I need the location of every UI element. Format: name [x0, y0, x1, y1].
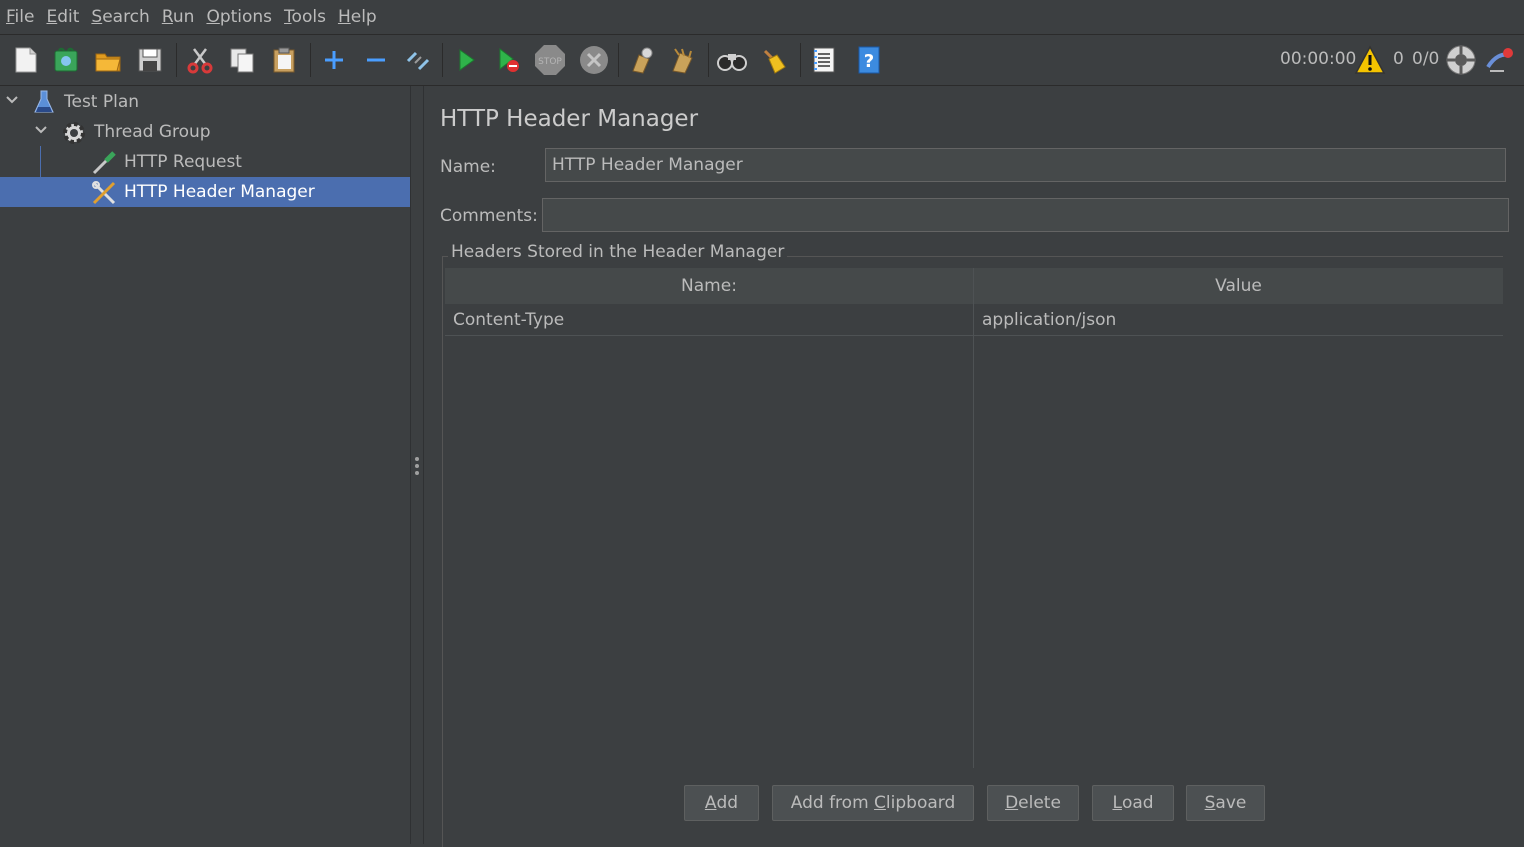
tree-item-label: Test Plan [64, 92, 140, 112]
active-threads: 0/0 [1412, 49, 1440, 69]
tree-item-test-plan[interactable]: Test Plan [0, 87, 410, 117]
chevron-down-icon[interactable] [33, 122, 49, 143]
column-divider [973, 268, 974, 768]
shutdown-icon[interactable] [576, 42, 612, 78]
menu-file[interactable]: File [6, 7, 34, 27]
grip-dot [415, 457, 419, 461]
stop-icon[interactable]: STOP [532, 42, 568, 78]
pipette-icon [90, 149, 118, 180]
warning-count: 0 [1393, 49, 1404, 69]
menu-help[interactable]: Help [338, 7, 377, 27]
wrench-screwdriver-icon [90, 179, 118, 210]
delete-button[interactable]: Delete [987, 785, 1079, 821]
tree-item-label: Thread Group [94, 122, 211, 142]
grip-dot [415, 471, 419, 475]
help-icon[interactable]: ? [850, 42, 886, 78]
start-no-pauses-icon[interactable] [490, 42, 526, 78]
menu-search[interactable]: Search [91, 7, 149, 27]
save-icon[interactable] [132, 42, 168, 78]
toolbar: STOP ? 00:00:00 0 0/0 [0, 35, 1524, 86]
element-editor-panel: HTTP Header Manager Name: Comments: Head… [424, 86, 1524, 847]
copy-icon[interactable] [224, 42, 260, 78]
collapse-all-icon[interactable] [358, 42, 394, 78]
headers-table[interactable]: Name: Value Content-Type application/jso… [445, 268, 1503, 768]
expand-all-icon[interactable] [316, 42, 352, 78]
grip-dot [415, 464, 419, 468]
test-plan-tree: Test Plan Thread Group HTTP Request HTTP… [0, 86, 411, 844]
comments-field[interactable] [542, 198, 1509, 232]
open-icon[interactable] [90, 42, 126, 78]
menu-options[interactable]: Options [206, 7, 272, 27]
flask-icon [32, 89, 56, 120]
elapsed-timer: 00:00:00 [1280, 49, 1357, 69]
reset-search-icon[interactable] [756, 42, 792, 78]
clear-icon[interactable] [624, 42, 660, 78]
paste-icon[interactable] [266, 42, 302, 78]
start-icon[interactable] [448, 42, 484, 78]
add-from-clipboard-button[interactable]: Add from Clipboard [772, 785, 974, 821]
column-header-value[interactable]: Value [974, 268, 1503, 304]
menu-run[interactable]: Run [162, 7, 195, 27]
table-cell-name[interactable]: Content-Type [445, 304, 973, 336]
group-title: Headers Stored in the Header Manager [448, 242, 788, 262]
tree-item-http-request[interactable]: HTTP Request [0, 147, 410, 177]
table-cell-value[interactable]: application/json [974, 304, 1503, 336]
clear-all-icon[interactable] [666, 42, 702, 78]
function-helper-icon[interactable] [806, 42, 842, 78]
chevron-down-icon[interactable] [4, 92, 20, 113]
remote-status-icon [1443, 42, 1479, 78]
menu-edit[interactable]: Edit [46, 7, 79, 27]
cut-icon[interactable] [182, 42, 218, 78]
warning-icon[interactable] [1352, 42, 1388, 78]
svg-text:?: ? [864, 51, 874, 72]
comments-label: Comments: [440, 206, 538, 226]
column-header-name[interactable]: Name: [445, 268, 973, 304]
menu-tools[interactable]: Tools [284, 7, 326, 27]
new-icon[interactable] [8, 42, 44, 78]
split-pane-divider[interactable] [411, 86, 424, 844]
toggle-icon[interactable] [400, 42, 436, 78]
name-label: Name: [440, 157, 496, 177]
tree-item-label: HTTP Header Manager [124, 182, 315, 202]
tree-item-thread-group[interactable]: Thread Group [0, 117, 410, 147]
name-field[interactable] [545, 148, 1506, 182]
add-button[interactable]: Add [684, 785, 759, 821]
tree-item-label: HTTP Request [124, 152, 242, 172]
menu-bar: File Edit Search Run Options Tools Help [0, 0, 1524, 35]
load-button[interactable]: Load [1092, 785, 1174, 821]
page-title: HTTP Header Manager [440, 106, 699, 132]
log-viewer-icon[interactable] [1482, 42, 1518, 78]
tree-item-http-header-manager[interactable]: HTTP Header Manager [0, 177, 410, 207]
search-icon[interactable] [714, 42, 750, 78]
save-button[interactable]: Save [1186, 785, 1265, 821]
svg-text:STOP: STOP [538, 57, 562, 67]
templates-icon[interactable] [48, 42, 84, 78]
